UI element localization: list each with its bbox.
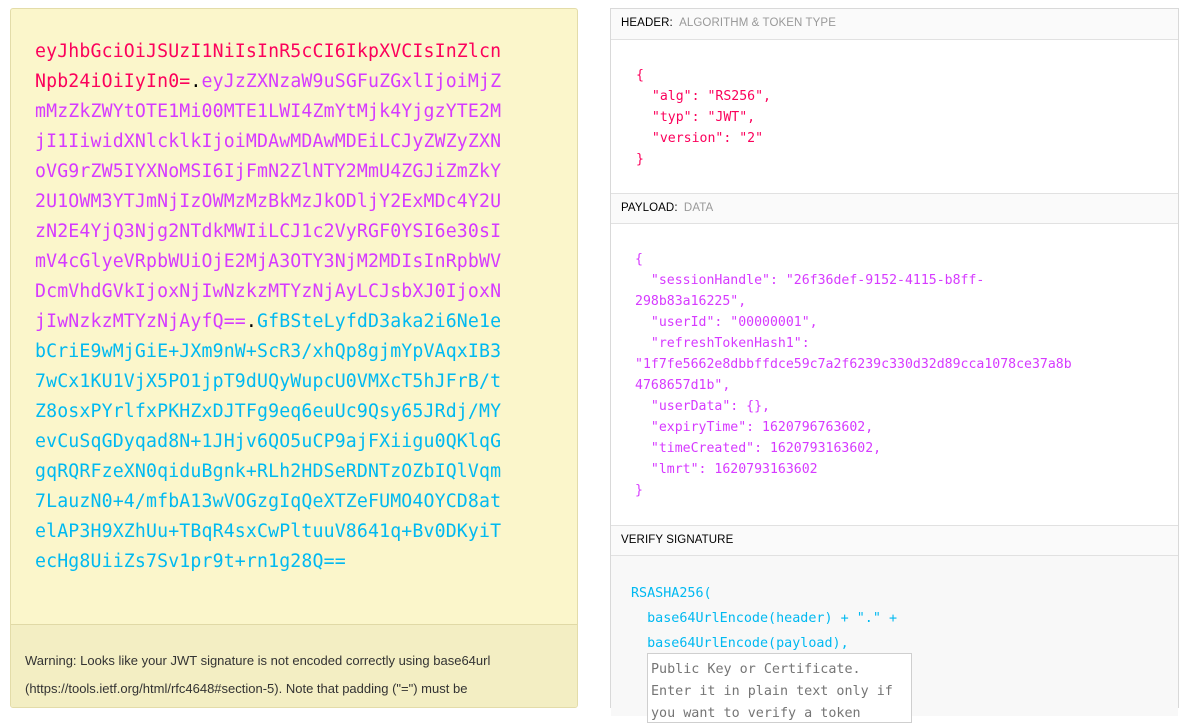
header-json-editor[interactable]: { "alg": "RS256", "typ": "JWT", "version… [636,65,771,170]
verify-section-title: VERIFY SIGNATURE [611,525,1178,556]
encoded-token-text[interactable]: eyJhbGciOiJSUzI1NiIsInR5cCI6IkpXVCIsInZl… [35,37,505,577]
token-separator: . [245,311,258,332]
encoded-token-panel[interactable]: eyJhbGciOiJSUzI1NiIsInR5cCI6IkpXVCIsInZl… [10,8,578,708]
token-separator: . [190,71,202,92]
verify-code: RSASHA256( base64UrlEncode(header) + "."… [631,586,898,651]
payload-subtitle: DATA [683,202,714,214]
header-section-title: HEADER: ALGORITHM & TOKEN TYPE [611,9,1178,40]
public-key-input[interactable] [647,653,912,723]
warning-text: Looks like your JWT signature is not enc… [25,653,491,696]
token-payload-segment: eyJzZXNzaW9uSGFuZGxlIjoiMjZmMzZkZWYtOTE1… [35,71,502,332]
verify-signature-area: RSASHA256( base64UrlEncode(header) + "."… [611,556,1178,723]
verify-title: VERIFY SIGNATURE [621,534,734,546]
header-title: HEADER: [621,17,673,29]
payload-title: PAYLOAD: [621,202,678,214]
decoded-panel: HEADER: ALGORITHM & TOKEN TYPE { "alg": … [610,8,1179,723]
warning-label: Warning: [25,653,77,668]
header-subtitle: ALGORITHM & TOKEN TYPE [679,17,836,29]
payload-section-title: PAYLOAD: DATA [611,193,1178,224]
token-signature-segment: GfBSteLyfdD3aka2i6Ne1ebCriE9wMjGiE+JXm9n… [35,311,502,572]
payload-json-editor[interactable]: { "sessionHandle": "26f36def-9152-4115-b… [635,249,1072,501]
signature-warning: Warning: Looks like your JWT signature i… [11,624,577,707]
